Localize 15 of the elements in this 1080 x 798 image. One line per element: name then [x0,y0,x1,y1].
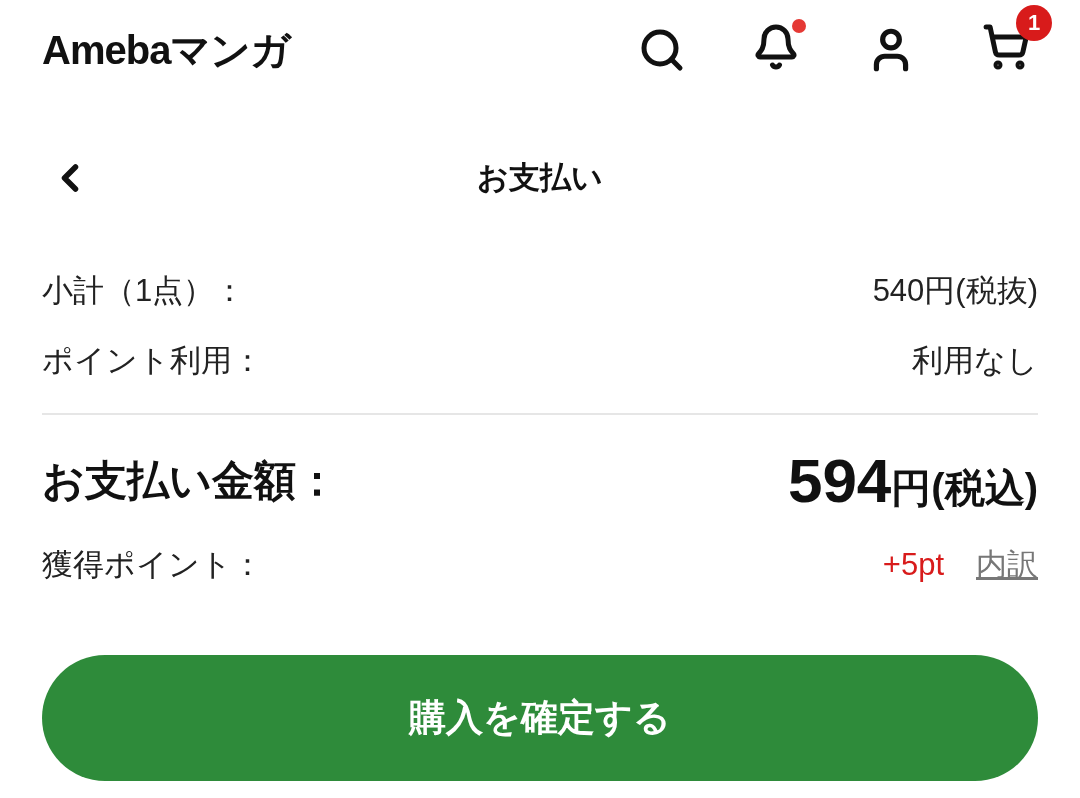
cart-count-badge: 1 [1016,4,1052,41]
summary-label: 小計（1点）： [42,271,246,310]
summary-value: 利用なし [912,341,1038,380]
points-label: 獲得ポイント： [42,545,263,584]
cart-icon[interactable] [982,22,1030,71]
total-unit: 円(税込) [891,465,1038,512]
page-title: お支払い [477,158,603,197]
summary-label: ポイント利用： [42,341,263,380]
breakdown-link[interactable]: 内訳 [976,541,1038,589]
confirm-purchase-button[interactable]: 購入を確定する [42,655,1038,781]
total-label: お支払い金額： [42,455,338,506]
summary-value: 540円(税抜) [872,271,1038,310]
logo[interactable]: Amebaマンガ [42,20,291,80]
points-value: +5pt [882,545,944,584]
total-amount: 594 [787,444,892,517]
